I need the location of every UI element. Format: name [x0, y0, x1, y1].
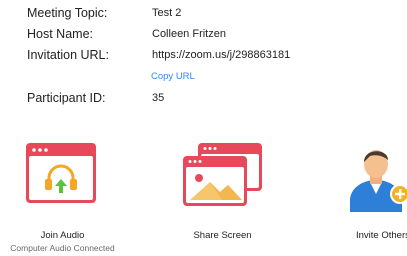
invite-others-button[interactable]: Invite Others — [340, 142, 407, 256]
host-name-label: Host Name: — [27, 27, 93, 41]
audio-status-text: Computer Audio Connected — [10, 243, 115, 253]
invitation-url-value: https://zoom.us/j/298863181 — [152, 49, 291, 61]
invitation-url-row: Invitation URL: https://zoom.us/j/298863… — [0, 48, 407, 66]
headphones-icon[interactable] — [25, 142, 97, 204]
host-name-value: Colleen Fritzen — [152, 28, 226, 40]
join-audio-button[interactable]: Join Audio Computer Audio Connected — [0, 142, 125, 256]
meeting-topic-row: Meeting Topic: Test 2 — [0, 6, 407, 24]
participant-id-row: Participant ID: 35 — [0, 91, 407, 109]
invite-person-icon[interactable] — [346, 142, 407, 212]
invitation-url-label: Invitation URL: — [27, 48, 109, 62]
invite-others-label: Invite Others — [356, 230, 407, 241]
share-screen-button[interactable]: Share Screen — [160, 142, 285, 256]
host-name-row: Host Name: Colleen Fritzen — [0, 27, 407, 45]
copy-url-link[interactable]: Copy URL — [151, 71, 195, 82]
meeting-topic-value: Test 2 — [152, 7, 182, 19]
participant-id-label: Participant ID: — [27, 91, 106, 105]
meeting-topic-label: Meeting Topic: — [27, 6, 108, 20]
join-audio-label: Join Audio — [40, 230, 85, 241]
share-screen-label: Share Screen — [193, 230, 252, 241]
participant-id-value: 35 — [152, 92, 165, 104]
share-screen-icon[interactable] — [182, 142, 264, 208]
